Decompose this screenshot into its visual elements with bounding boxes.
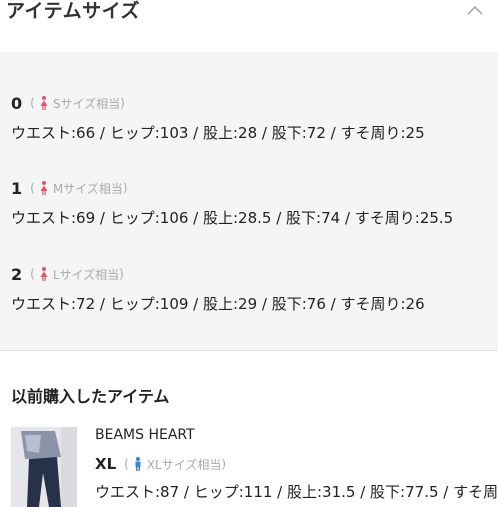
item-size-header[interactable]: アイテムサイズ (0, 0, 498, 53)
item-size-name: XL (95, 455, 117, 473)
section-title: アイテムサイズ (6, 0, 141, 22)
purchase-history: 以前購入したアイテム BEAMS HEART XL ( XLサイズ相当 ) ウエ… (0, 351, 498, 507)
size-chart: 0 ( Sサイズ相当 ) ウエスト:66 / ヒップ:103 / 股上:28 /… (0, 52, 498, 351)
model-photo (11, 427, 77, 507)
size-measurements: ウエスト:69 / ヒップ:106 / 股上:28.5 / 股下:74 / すそ… (11, 209, 454, 227)
paren-close: ) (119, 267, 124, 281)
male-icon (135, 457, 141, 471)
size-name: 0 (11, 93, 23, 113)
size-measurements: ウエスト:72 / ヒップ:109 / 股上:29 / 股下:76 / すそ周り… (11, 295, 425, 313)
paren-close: ) (120, 96, 125, 110)
size-name: 2 (11, 264, 23, 284)
female-icon (40, 267, 48, 281)
paren-close: ) (221, 457, 227, 471)
female-icon (40, 96, 48, 110)
paren-open: ( (124, 457, 129, 471)
item-fit-label: XLサイズ相当 (146, 457, 222, 472)
female-icon (40, 181, 48, 195)
item-measurements: ウエスト:87 / ヒップ:111 / 股上:31.5 / 股下:77.5 / … (95, 483, 498, 501)
size-row: 1 ( Mサイズ相当 ) ウエスト:69 / ヒップ:106 / 股上:28.5… (11, 177, 453, 228)
size-name: 1 (11, 178, 23, 198)
size-measurements: ウエスト:66 / ヒップ:103 / 股上:28 / 股下:72 / すそ周り… (11, 124, 425, 142)
item-size-row: XL ( XLサイズ相当 ) (95, 453, 226, 475)
size-row: 0 ( Sサイズ相当 ) ウエスト:66 / ヒップ:103 / 股上:28 /… (11, 92, 425, 143)
item-brand: BEAMS HEART (95, 427, 195, 443)
history-title: 以前購入したアイテム (11, 387, 170, 406)
fit-label: Mサイズ相当 (52, 181, 123, 196)
fit-label: Sサイズ相当 (52, 96, 121, 111)
item-thumbnail[interactable] (11, 427, 77, 507)
paren-close: ) (122, 181, 128, 195)
paren-open: ( (30, 96, 35, 110)
chevron-up-icon[interactable] (466, 2, 484, 20)
size-row: 2 ( Lサイズ相当 ) ウエスト:72 / ヒップ:109 / 股上:29 /… (11, 263, 425, 314)
paren-open: ( (30, 181, 35, 195)
paren-open: ( (30, 267, 35, 281)
fit-label: Lサイズ相当 (52, 267, 120, 282)
